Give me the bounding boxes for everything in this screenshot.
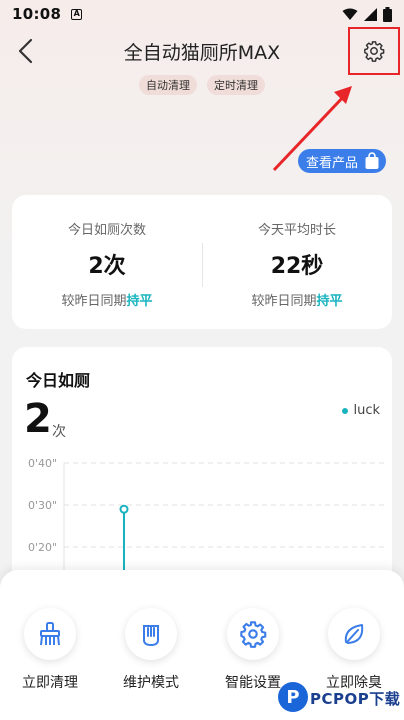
compare-value: 持平	[126, 294, 153, 309]
daily-visits-label: 今日如厕次数	[67, 223, 146, 238]
gear-icon	[364, 41, 385, 62]
clean-now-circle[interactable]	[24, 608, 76, 660]
deodorize-now-button[interactable]: 立即除臭	[314, 608, 394, 692]
avg-duration-stat: 今天平均时长 22秒 较昨日同期持平	[202, 195, 392, 309]
avg-duration-compare: 较昨日同期持平	[202, 290, 392, 309]
compare-prefix: 较昨日同期	[61, 294, 127, 309]
watermark-logo: P	[278, 682, 308, 712]
maintenance-mode-circle[interactable]	[125, 608, 177, 660]
maintenance-mode-label: 维护模式	[123, 675, 179, 691]
hand-icon	[143, 625, 159, 647]
legend-label: luck	[353, 403, 380, 418]
duration-chart: 0'40" 0'30" 0'20"	[28, 457, 388, 577]
signal-icon	[364, 7, 377, 21]
site-watermark: P PCPOP下载	[278, 682, 404, 720]
gear-icon	[240, 621, 267, 648]
page-title: 全自动猫厕所MAX	[123, 42, 281, 64]
battery-icon	[383, 6, 392, 22]
daily-visits-value: 2次	[88, 254, 126, 279]
status-bar: 10:08 A	[0, 0, 404, 28]
chart-y-tick-label: 0'30"	[28, 499, 57, 512]
smart-settings-button[interactable]: 智能设置	[213, 608, 293, 692]
chart-title: 今日如厕	[26, 371, 91, 390]
view-product-label: 查看产品	[306, 155, 359, 171]
watermark-text: PCPOP下载	[310, 690, 401, 708]
deodorize-now-circle[interactable]	[328, 608, 380, 660]
daily-visits-stat: 今日如厕次数 2次 较昨日同期持平	[12, 195, 202, 309]
chart-y-tick-label: 0'20"	[28, 541, 57, 554]
broom-icon	[40, 622, 60, 646]
compare-value: 持平	[316, 294, 343, 309]
view-product-button[interactable]: 查看产品	[298, 149, 386, 173]
today-count-unit: 次	[52, 424, 66, 440]
daily-visits-compare: 较昨日同期持平	[12, 290, 202, 309]
chart-legend: luck	[342, 403, 380, 418]
app-notification-icon: A	[71, 8, 83, 20]
legend-dot	[342, 407, 349, 414]
stats-card: 今日如厕次数 2次 较昨日同期持平 今天平均时长 22秒 较昨日同期持平	[12, 195, 392, 329]
tag-scheduled-clean: 定时清理	[207, 75, 265, 95]
compare-prefix: 较昨日同期	[251, 294, 317, 309]
settings-button[interactable]	[348, 27, 400, 75]
clean-now-button[interactable]: 立即清理	[10, 608, 90, 692]
today-count: 2	[24, 396, 52, 442]
clean-now-label: 立即清理	[22, 675, 78, 691]
tag-auto-clean: 自动清理	[139, 75, 197, 95]
chart-data-point	[119, 504, 129, 514]
smart-settings-circle[interactable]	[227, 608, 279, 660]
status-time: 10:08	[12, 5, 62, 23]
avg-duration-label: 今天平均时长	[257, 223, 336, 238]
wifi-icon	[342, 8, 358, 20]
leaf-icon	[344, 624, 364, 644]
maintenance-mode-button[interactable]: 维护模式	[111, 608, 191, 692]
shopping-bag-icon	[365, 152, 379, 169]
avg-duration-value: 22秒	[270, 254, 324, 279]
chart-y-tick-label: 0'40"	[28, 457, 57, 470]
